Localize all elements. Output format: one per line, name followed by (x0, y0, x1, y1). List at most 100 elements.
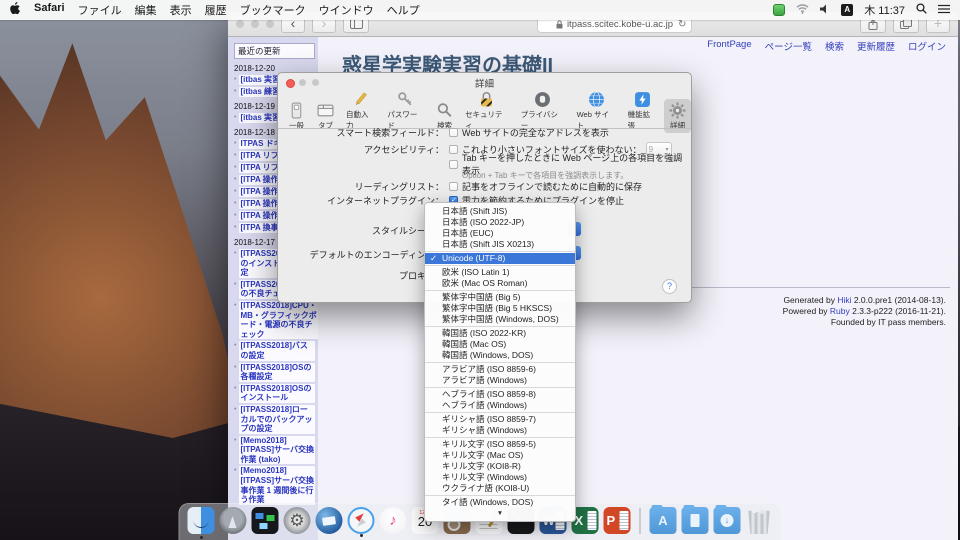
menu-item-0[interactable]: Safari (34, 2, 65, 18)
dock-system-preferences-icon[interactable]: ⚙ (284, 507, 311, 534)
help-button[interactable]: ? (662, 279, 677, 294)
menu-item-encoding[interactable]: ウクライナ語 (KOI8-U) (425, 483, 575, 494)
dock-mission-control-icon[interactable] (252, 507, 279, 534)
menu-item-encoding[interactable]: アラビア語 (ISO 8859-6) (425, 364, 575, 375)
sidebar-link[interactable]: [ITPASS2018]OSの各種設定 (239, 363, 315, 382)
reload-icon[interactable]: ↻ (678, 19, 686, 30)
menu-item-encoding[interactable]: キリル文字 (ISO 8859-5) (425, 439, 575, 450)
menu-item-encoding[interactable]: ✓Unicode (UTF-8) (425, 253, 575, 264)
footer-link[interactable]: Ruby (830, 306, 850, 316)
menu-item-encoding[interactable]: アラビア語 (Windows) (425, 375, 575, 386)
reading-list-checkbox[interactable] (449, 182, 458, 191)
dock-applications-folder-icon[interactable]: A (650, 507, 677, 534)
menu-item-encoding[interactable]: 韓国語 (Windows, DOS) (425, 350, 575, 361)
menu-item-encoding[interactable]: 繁体字中国語 (Windows, DOS) (425, 314, 575, 325)
dock-itunes-icon[interactable]: ♪ (380, 507, 407, 534)
sidebar-link[interactable]: [itbas 実習 (239, 75, 281, 85)
dock-documents-folder-icon[interactable] (682, 507, 709, 534)
page-nav-links: FrontPage ページ一覧検索更新履歴ログイン (707, 39, 946, 53)
menu-item-encoding[interactable]: 繁体字中国語 (Big 5) (425, 292, 575, 303)
style-sheet-label: スタイルシート： (286, 224, 444, 237)
scroll-down-arrow-icon[interactable]: ▼ (425, 509, 575, 519)
bullet-icon: • (234, 163, 236, 173)
bullet-icon: • (234, 75, 236, 85)
dock-downloads-folder-icon[interactable]: ↓ (714, 507, 741, 534)
sidebar-link[interactable]: [ITPASS2018]CPU・MB・グラフィックボード・電源の不良チェック (239, 301, 317, 339)
window-minimize-button[interactable] (251, 20, 259, 28)
dock-trash-icon[interactable] (746, 507, 773, 534)
menu-item-6[interactable]: ウインドウ (319, 2, 374, 18)
menu-item-encoding[interactable]: 日本語 (Shift JIS X0213) (425, 239, 575, 250)
sidebar-link[interactable]: [ITPASS2018]ローカルでのバックアップの設定 (239, 405, 315, 434)
smart-search-label: スマート検索フィールド： (286, 126, 444, 139)
smart-search-checkbox[interactable] (449, 128, 458, 137)
footer-link[interactable]: Hiki (837, 295, 851, 305)
apple-menu-icon[interactable] (10, 2, 21, 18)
window-close-button[interactable] (236, 20, 244, 28)
input-source-icon[interactable]: A (841, 4, 853, 16)
page-nav-link-2[interactable]: 検索 (825, 39, 844, 53)
menu-item-encoding[interactable]: 欧米 (ISO Latin 1) (425, 267, 575, 278)
bullet-icon: • (234, 384, 236, 394)
dock-launchpad-icon[interactable] (220, 507, 247, 534)
notification-center-icon[interactable] (938, 4, 950, 17)
menu-item-encoding[interactable]: ヘブライ語 (ISO 8859-8) (425, 389, 575, 400)
menu-item-encoding[interactable]: ヘブライ語 (Windows) (425, 400, 575, 411)
menu-item-encoding[interactable]: 韓国語 (ISO 2022-KR) (425, 328, 575, 339)
spotlight-icon[interactable] (916, 3, 927, 17)
menu-item-2[interactable]: 編集 (135, 2, 157, 18)
menu-item-encoding[interactable]: 日本語 (Shift JIS) (425, 206, 575, 217)
list-item: •[ITPASS2018]バスの設定 (234, 341, 315, 360)
menu-item-encoding[interactable]: ギリシャ語 (ISO 8859-7) (425, 414, 575, 425)
window-zoom-button[interactable] (266, 20, 274, 28)
green-status-menu-icon[interactable] (773, 4, 785, 16)
reading-list-row: リーディングリスト： 記事をオフラインで読むために自動的に保存 (286, 180, 683, 192)
encoding-label: ヘブライ語 (Windows) (442, 400, 527, 410)
menu-clock[interactable]: 木 11:37 (864, 2, 905, 18)
sidebar-link[interactable]: [ITPASS2018]OSのインストール (239, 384, 315, 403)
menu-item-encoding[interactable]: 日本語 (EUC) (425, 228, 575, 239)
dock-thunderbird-icon[interactable] (316, 507, 343, 534)
page-nav-link-4[interactable]: ログイン (908, 39, 946, 53)
dock-powerpoint-icon[interactable]: P (604, 507, 631, 534)
menu-item-3[interactable]: 表示 (170, 2, 192, 18)
page-nav-link-1[interactable]: ページ一覧 (765, 39, 812, 53)
general-switch-icon (288, 102, 305, 119)
menu-item-encoding[interactable]: 繁体字中国語 (Big 5 HKSCS) (425, 303, 575, 314)
dock-safari-icon[interactable] (348, 507, 375, 534)
bullet-icon: • (234, 151, 236, 161)
menu-item-7[interactable]: ヘルプ (387, 2, 420, 18)
page-nav-link-0[interactable]: FrontPage (707, 39, 751, 53)
menu-item-encoding[interactable]: 欧米 (Mac OS Roman) (425, 278, 575, 289)
sidebar-link[interactable]: [Memo2018][ITPASS]サーバ交換事作業 1 週間後に行う作業 (239, 466, 315, 504)
applications-glyph: A (658, 513, 667, 528)
plugins-label: インターネットプラグイン： (286, 194, 444, 207)
menu-item-encoding[interactable]: タイ語 (Windows, DOS) (425, 497, 575, 508)
smart-search-checkbox-label: Web サイトの完全なアドレスを表示 (462, 126, 609, 139)
list-item: •[ITPASS2018]ローカルでのバックアップの設定 (234, 405, 315, 434)
menu-item-4[interactable]: 履歴 (205, 2, 227, 18)
menu-item-1[interactable]: ファイル (78, 2, 122, 18)
menu-item-encoding[interactable]: キリル文字 (Mac OS) (425, 450, 575, 461)
menu-item-encoding[interactable]: 韓国語 (Mac OS) (425, 339, 575, 350)
encoding-label: 日本語 (ISO 2022-JP) (442, 217, 524, 227)
menu-item-encoding[interactable]: ギリシャ語 (Windows) (425, 425, 575, 436)
encoding-label: 繁体字中国語 (Big 5) (442, 292, 520, 302)
menu-item-encoding[interactable]: キリル文字 (KOI8-R) (425, 461, 575, 472)
menu-item-encoding[interactable]: 日本語 (ISO 2022-JP) (425, 217, 575, 228)
search-magnifier-icon (436, 102, 453, 119)
dock-finder-icon[interactable] (188, 507, 215, 534)
footer-line-2: Founded by IT pass members. (783, 317, 946, 328)
footer-text: Generated by (783, 295, 837, 305)
reading-list-label: リーディングリスト： (286, 180, 444, 193)
wifi-icon[interactable] (796, 4, 809, 17)
encoding-label: キリル文字 (KOI8-R) (442, 461, 521, 471)
menu-item-encoding[interactable]: キリル文字 (Windows) (425, 472, 575, 483)
volume-icon[interactable] (820, 4, 830, 17)
page-nav-link-3[interactable]: 更新履歴 (857, 39, 895, 53)
menu-item-5[interactable]: ブックマーク (240, 2, 306, 18)
sidebar-link[interactable]: [Memo2018][ITPASS]サーバ交換作業 (tako) (239, 436, 315, 465)
sidebar-link[interactable]: [ITPASS2018]バスの設定 (239, 341, 315, 360)
tab-highlight-checkbox[interactable] (449, 160, 458, 169)
running-indicator (360, 534, 363, 537)
